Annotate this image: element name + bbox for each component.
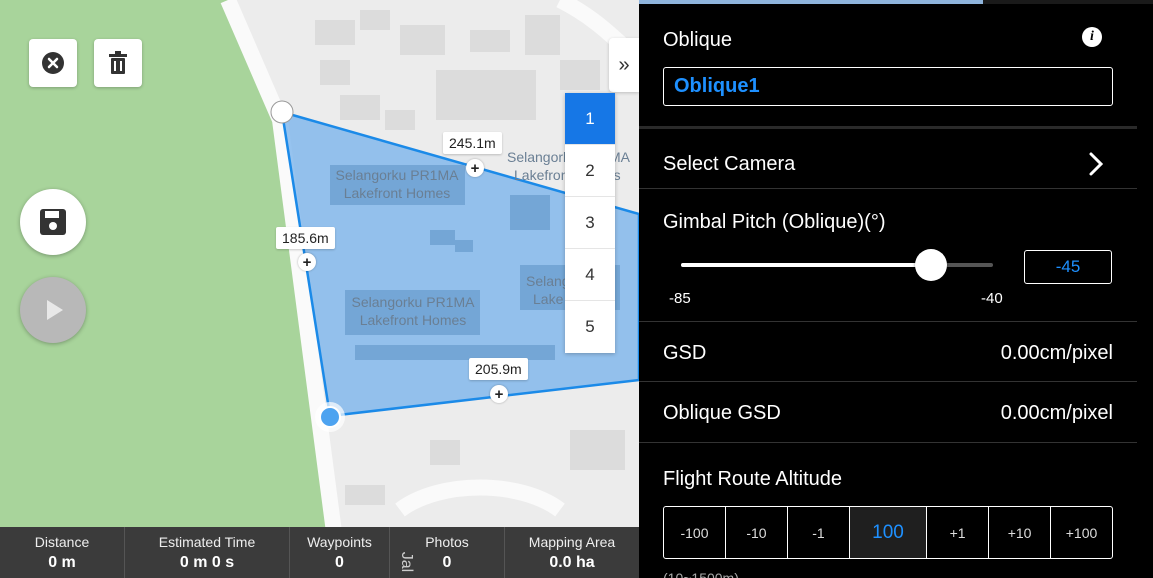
double-chevron-right-icon: » (618, 53, 630, 76)
altitude-minus-100-button[interactable]: -100 (664, 507, 726, 558)
edge-distance-label: 185.6m (276, 227, 335, 249)
trash-icon (109, 51, 127, 74)
mission-stats-bar: Distance 0 m Estimated Time 0 m 0 s Wayp… (0, 527, 639, 578)
altitude-plus-100-button[interactable]: +100 (1051, 507, 1112, 558)
add-vertex-handle[interactable]: + (466, 159, 484, 177)
slider-min-label: -85 (669, 290, 691, 307)
play-button[interactable] (20, 277, 86, 343)
stat-value: 0 (442, 553, 452, 571)
road-bottom (395, 479, 565, 517)
stat-value: 0 m (48, 553, 76, 571)
stat-label: Photos (425, 533, 469, 550)
gsd-label: GSD (663, 342, 707, 364)
flight-altitude-label: Flight Route Altitude (663, 468, 842, 490)
mission-name-input[interactable] (663, 67, 1113, 106)
expand-panel-button[interactable]: » (609, 38, 639, 92)
gsd-value: 0.00cm/pixel (1000, 342, 1113, 364)
oblique-gsd-value: 0.00cm/pixel (1000, 402, 1113, 424)
slider-fill (681, 263, 931, 267)
stat-label: Waypoints (307, 533, 372, 550)
select-camera-label[interactable]: Select Camera (663, 153, 795, 176)
close-button[interactable] (29, 39, 77, 87)
edge-distance-label: 245.1m (443, 132, 502, 154)
play-icon (47, 300, 63, 320)
stat-distance: Distance 0 m (0, 527, 125, 578)
stat-waypoints: Waypoints 0 (290, 527, 390, 578)
top-progress-fill (639, 0, 984, 4)
divider (639, 321, 1137, 322)
slider-thumb[interactable] (914, 249, 947, 281)
settings-panel: Oblique i Select Camera Gimbal Pitch (Ob… (639, 0, 1153, 578)
altitude-range-hint: (10~1500m) (663, 570, 739, 578)
info-icon[interactable]: i (1082, 27, 1102, 47)
stat-label: Distance (34, 533, 90, 550)
chevron-right-icon[interactable] (1086, 150, 1106, 178)
stat-value: 0.0 ha (549, 553, 595, 571)
waypoint-item[interactable]: 4 (565, 249, 615, 301)
stat-mapping-area: Mapping Area 0.0 ha (505, 527, 639, 578)
slider-max-label: -40 (981, 290, 1003, 307)
map-place-label: Lake (533, 291, 564, 307)
altitude-minus-1-button[interactable]: -1 (788, 507, 850, 558)
stat-estimated-time: Estimated Time 0 m 0 s (125, 527, 290, 578)
map-road-label: Jal (398, 551, 416, 573)
add-vertex-handle[interactable]: + (298, 253, 316, 271)
altitude-value[interactable]: 100 (849, 507, 928, 558)
divider (639, 442, 1137, 443)
close-circle-icon (42, 52, 64, 74)
map-view[interactable]: Selangorku PR1MA Lakefront Homes Selango… (0, 0, 639, 578)
stat-label: Mapping Area (528, 533, 616, 550)
vertex-handle[interactable] (270, 100, 294, 124)
vertex-handle-start-inner[interactable] (319, 406, 341, 428)
waypoint-item[interactable]: 1 (565, 93, 615, 145)
altitude-plus-10-button[interactable]: +10 (989, 507, 1052, 558)
waypoint-item[interactable]: 5 (565, 301, 615, 353)
waypoint-number-list: 1 2 3 4 5 (565, 93, 615, 353)
divider (639, 381, 1137, 382)
oblique-gsd-label: Oblique GSD (663, 402, 781, 424)
top-progress-bar (639, 0, 1153, 4)
stat-label: Estimated Time (158, 533, 256, 550)
delete-button[interactable] (94, 39, 142, 87)
gimbal-pitch-input[interactable] (1024, 250, 1112, 284)
altitude-minus-10-button[interactable]: -10 (726, 507, 788, 558)
save-button[interactable] (20, 189, 86, 255)
save-icon (40, 209, 66, 235)
altitude-plus-1-button[interactable]: +1 (927, 507, 990, 558)
waypoint-item[interactable]: 2 (565, 145, 615, 197)
panel-title: Oblique (663, 29, 732, 51)
altitude-stepper: -100 -10 -1 100 +1 +10 +100 (663, 506, 1113, 559)
stat-value: 0 m 0 s (179, 553, 235, 571)
map-place-label: Selangorku PR1MA Lakefront Homes (335, 167, 459, 201)
gimbal-pitch-label: Gimbal Pitch (Oblique)(°) (663, 211, 886, 233)
map-place-label: Selangorku PR1MA Lakefront Homes (351, 294, 475, 328)
stat-value: 0 (335, 553, 344, 571)
add-vertex-handle[interactable]: + (490, 385, 508, 403)
stat-photos: Jal Photos 0 (390, 527, 505, 578)
edge-distance-label: 205.9m (469, 358, 528, 380)
waypoint-item[interactable]: 3 (565, 197, 615, 249)
divider (639, 188, 1137, 189)
map-place-label: Selang (526, 273, 570, 289)
divider (639, 126, 1137, 129)
